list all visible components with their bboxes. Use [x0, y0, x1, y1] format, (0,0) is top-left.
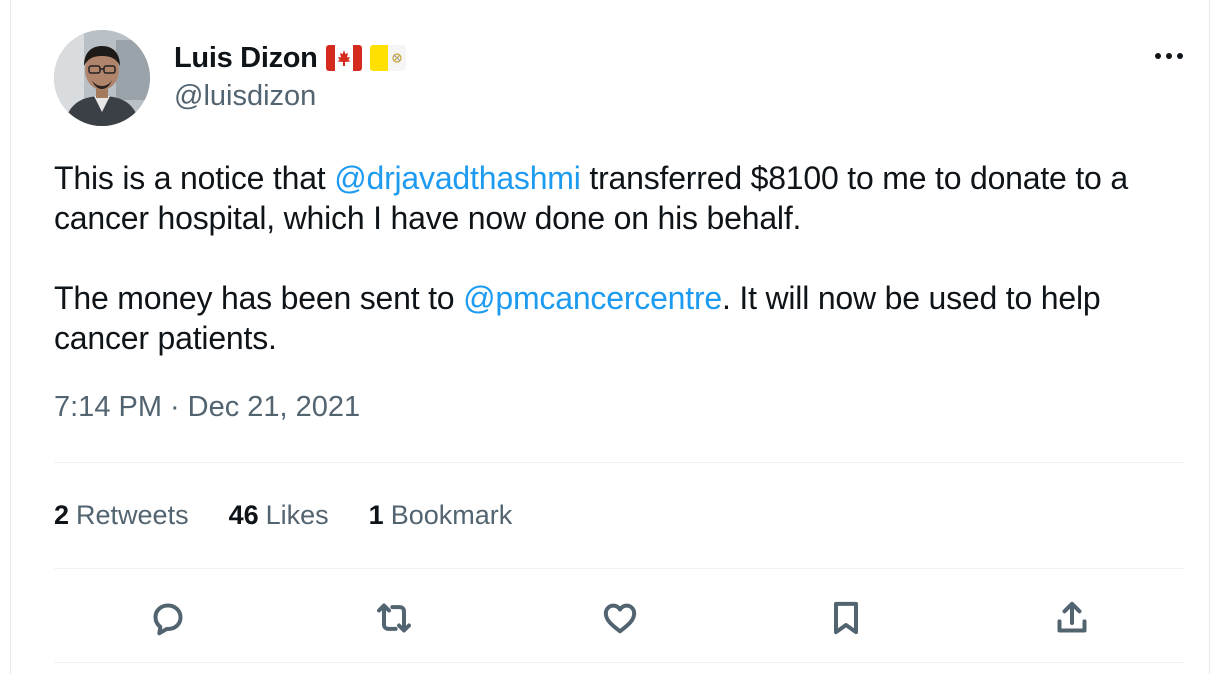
mention-link-drjavadthashmi[interactable]: @drjavadthashmi	[334, 160, 581, 196]
bookmarks-count: 1	[368, 500, 384, 530]
likes-count: 46	[228, 500, 259, 530]
likes-stat[interactable]: 46 Likes	[229, 500, 329, 531]
more-dots-icon	[1155, 53, 1183, 59]
tweet-timestamp[interactable]: 7:14 PM · Dec 21, 2021	[54, 391, 360, 424]
retweets-count: 2	[54, 500, 70, 530]
divider-top	[54, 462, 1185, 463]
tweet-date: Dec 21, 2021	[187, 391, 361, 423]
share-button[interactable]	[1046, 592, 1098, 644]
retweet-icon	[377, 603, 411, 633]
bookmarks-label: Bookmark	[390, 500, 513, 530]
share-icon	[1057, 601, 1087, 633]
vatican-flag-icon	[369, 45, 406, 71]
retweets-stat[interactable]: 2 Retweets	[54, 500, 189, 531]
tweet-paragraph-2: The money has been sent to @pmcancercent…	[54, 278, 1194, 358]
like-icon	[603, 603, 637, 634]
avatar[interactable]	[54, 30, 150, 126]
author-handle[interactable]: @luisdizon	[174, 80, 316, 113]
timestamp-separator: ·	[170, 391, 180, 423]
likes-label: Likes	[265, 500, 329, 530]
engagement-stats: 2 Retweets 46 Likes 1 Bookmark	[54, 500, 552, 531]
reply-button[interactable]	[142, 592, 194, 644]
tweet-text-segment: This is a notice that	[54, 160, 335, 196]
bookmark-icon	[834, 601, 858, 635]
author-display-name[interactable]: Luis Dizon	[174, 42, 318, 75]
bookmark-button[interactable]	[820, 592, 872, 644]
divider-middle	[54, 568, 1185, 569]
reply-icon	[153, 603, 183, 636]
author-name-row: Luis Dizon	[174, 38, 406, 78]
tweet-text-segment: The money has been sent to	[54, 280, 464, 316]
tweet-text: This is a notice that @drjavadthashmi tr…	[54, 158, 1194, 358]
bookmarks-stat[interactable]: 1 Bookmark	[369, 500, 513, 531]
mention-link-pmcancercentre[interactable]: @pmcancercentre	[463, 280, 722, 316]
retweet-button[interactable]	[368, 592, 420, 644]
more-options-button[interactable]	[1149, 40, 1189, 72]
like-button[interactable]	[594, 592, 646, 644]
canada-flag-icon	[325, 45, 362, 71]
action-bar	[54, 592, 1185, 644]
tweet-card: Luis Dizon @luisdizon This is a notice t…	[10, 0, 1210, 674]
tweet-paragraph-1: This is a notice that @drjavadthashmi tr…	[54, 158, 1194, 238]
divider-bottom	[54, 662, 1185, 663]
avatar-image	[54, 30, 150, 126]
retweets-label: Retweets	[76, 500, 189, 530]
tweet-time: 7:14 PM	[54, 391, 162, 423]
